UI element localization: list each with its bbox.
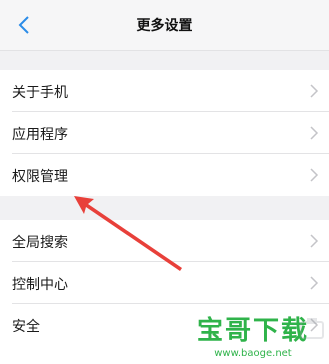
chevron-right-icon [310,168,319,182]
page-title: 更多设置 [136,18,193,34]
watermark-url: www.baoge.net [214,348,292,359]
chevron-right-icon [310,234,319,248]
menu-item-label: 权限管理 [12,169,68,185]
menu-item-label: 应用程序 [12,127,68,143]
menu-item-label: 全局搜索 [12,235,68,251]
watermark-logo-icon [300,318,324,339]
menu-item-applications[interactable]: 应用程序 [0,112,329,154]
menu-item-label: 关于手机 [12,85,68,101]
menu-item-control-center[interactable]: 控制中心 [0,262,329,304]
watermark-text: 宝哥下载 [196,316,309,346]
navigation-bar: 更多设置 [0,0,329,51]
menu-item-label: 安全 [12,319,40,335]
menu-item-label: 控制中心 [12,277,68,293]
menu-item-global-search[interactable]: 全局搜索 [0,220,329,262]
menu-item-permission-management[interactable]: 权限管理 [0,154,329,196]
chevron-right-icon [310,126,319,140]
chevron-right-icon [310,276,319,290]
settings-group-1: 关于手机 应用程序 权限管理 [0,70,329,196]
menu-item-about-phone[interactable]: 关于手机 [0,70,329,112]
chevron-right-icon [310,84,319,98]
watermark: 宝哥下载 www.baoge.net [196,310,324,359]
